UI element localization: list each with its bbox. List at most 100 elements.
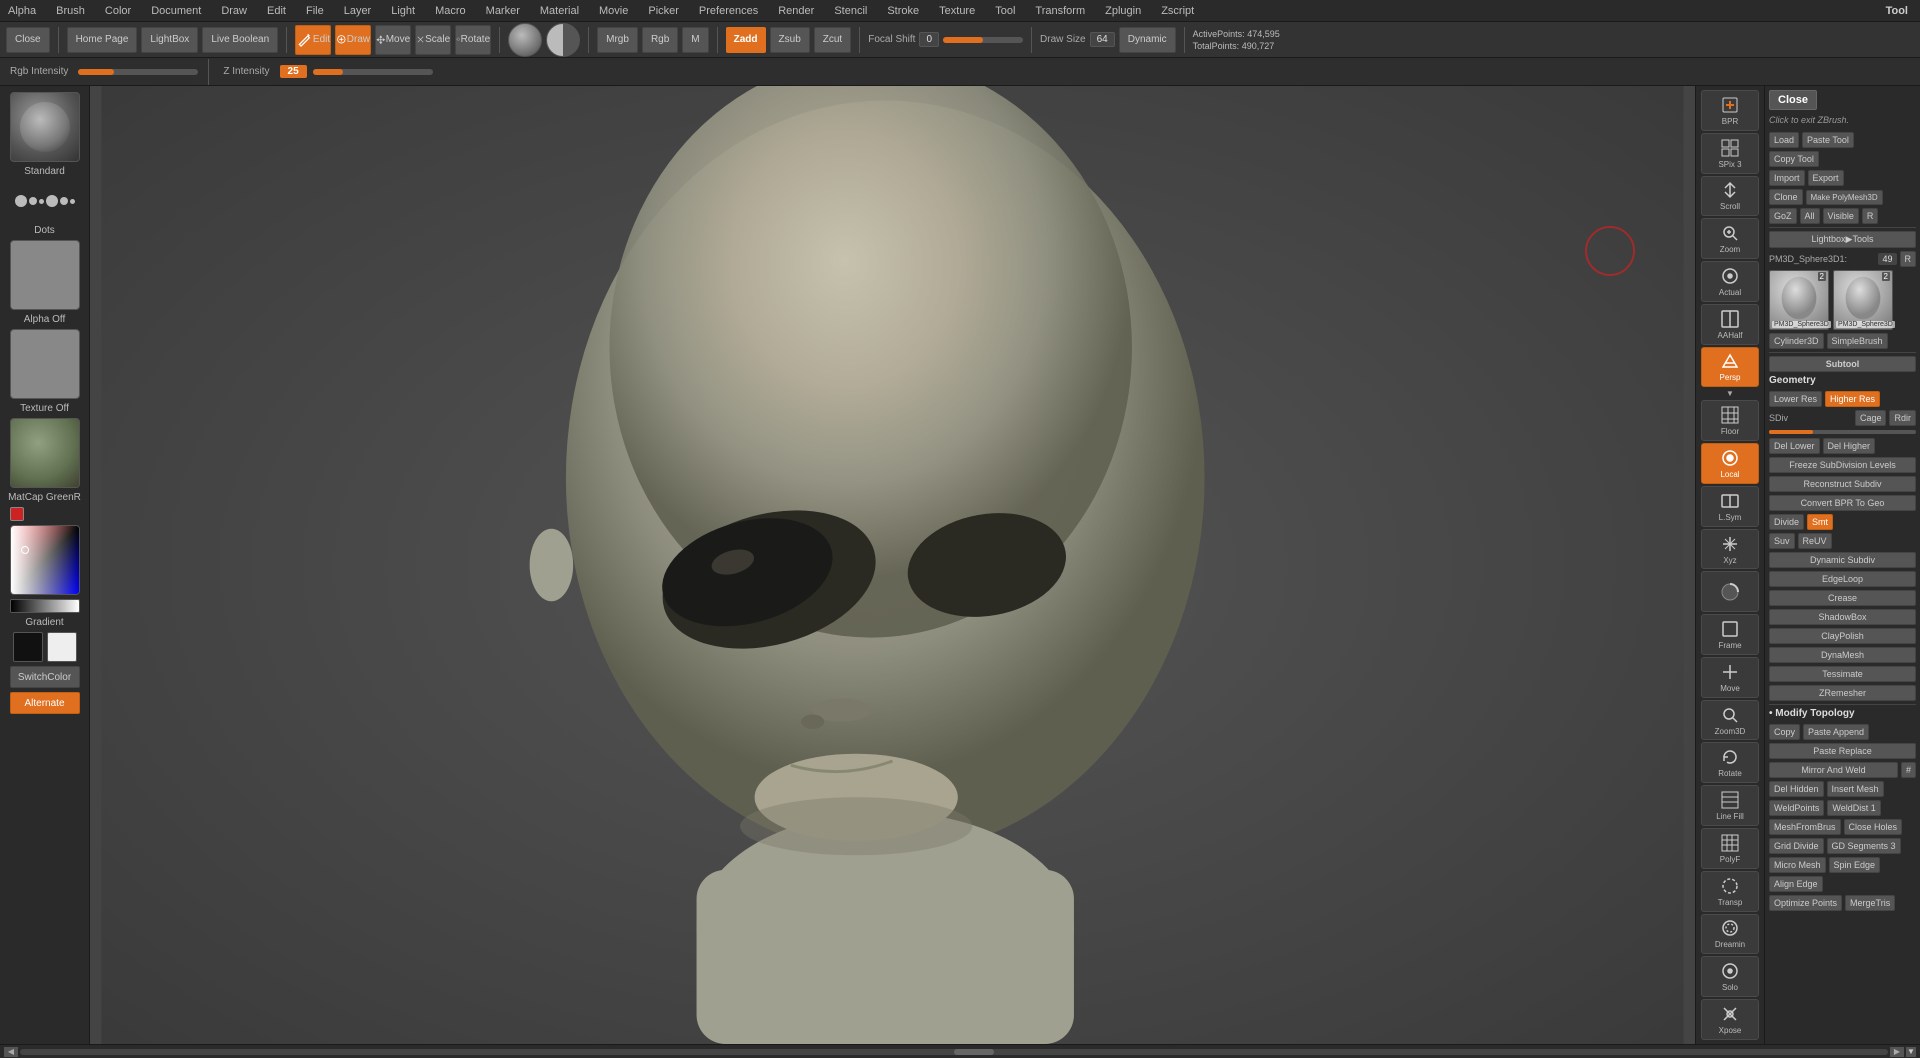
menu-item-render[interactable]: Render (774, 3, 818, 19)
cylinder-button[interactable]: Cylinder3D (1769, 333, 1824, 349)
gd-segments-button[interactable]: GD Segments 3 (1827, 838, 1901, 854)
load-button[interactable]: Load (1769, 132, 1799, 148)
home-page-button[interactable]: Home Page (67, 27, 138, 53)
shadowbox-button[interactable]: ShadowBox (1769, 609, 1916, 625)
edit-tool[interactable]: Edit (295, 25, 331, 55)
move3d-button[interactable]: Move (1701, 657, 1759, 698)
menu-item-texture[interactable]: Texture (935, 3, 979, 19)
dreamin-button[interactable]: Dreamin (1701, 914, 1759, 955)
zremesher-button[interactable]: ZRemesher (1769, 685, 1916, 701)
alternate-button[interactable]: Alternate (10, 692, 80, 714)
import-button[interactable]: Import (1769, 170, 1805, 186)
menu-item-color[interactable]: Color (101, 3, 135, 19)
rgb-intensity-slider[interactable] (78, 69, 198, 75)
crease-button[interactable]: Crease (1769, 590, 1916, 606)
aahalf-button[interactable]: AAHalf (1701, 304, 1759, 345)
actual-button[interactable]: Actual (1701, 261, 1759, 302)
color-picker[interactable] (10, 525, 80, 595)
zcut-button[interactable]: Zcut (814, 27, 851, 53)
tessimate-button[interactable]: Tessimate (1769, 666, 1916, 682)
copy-button[interactable]: Copy (1769, 724, 1800, 740)
polyf-button[interactable]: PolyF (1701, 828, 1759, 869)
scroll-track[interactable] (20, 1049, 1888, 1055)
m-button[interactable]: M (682, 27, 708, 53)
micro-mesh-button[interactable]: Micro Mesh (1769, 857, 1826, 873)
focal-shift-slider[interactable] (943, 37, 1023, 43)
weld-dist-button[interactable]: WeldDist 1 (1827, 800, 1880, 816)
draw-tool[interactable]: Draw (335, 25, 371, 55)
menu-item-file[interactable]: File (302, 3, 328, 19)
menu-item-zplugin[interactable]: Zplugin (1101, 3, 1145, 19)
sdiv-slider[interactable] (1769, 430, 1916, 434)
brush-half-icon[interactable] (546, 23, 580, 57)
dynamic-button[interactable]: Dynamic (1119, 27, 1176, 53)
mirror-weld-button[interactable]: Mirror And Weld (1769, 762, 1898, 778)
insert-mesh-button[interactable]: Insert Mesh (1827, 781, 1884, 797)
z-intensity-slider[interactable] (313, 69, 433, 75)
scroll-down-indicator[interactable]: ▼ (1906, 1047, 1916, 1057)
spix-button[interactable]: SPix 3 (1701, 133, 1759, 174)
hash-button[interactable]: # (1901, 762, 1916, 778)
spin-edge-button[interactable]: Spin Edge (1829, 857, 1881, 873)
brush-sphere-icon[interactable] (508, 23, 542, 57)
linefill-button[interactable]: Line Fill (1701, 785, 1759, 826)
export-button[interactable]: Export (1808, 170, 1844, 186)
menu-item-marker[interactable]: Marker (482, 3, 524, 19)
grid-divide-button[interactable]: Grid Divide (1769, 838, 1824, 854)
menu-item-brush[interactable]: Brush (52, 3, 89, 19)
transp-button[interactable]: Transp (1701, 871, 1759, 912)
scroll-button[interactable]: Scroll (1701, 176, 1759, 217)
zadd-button[interactable]: Zadd (726, 27, 766, 53)
xpose-button[interactable]: Xpose (1701, 999, 1759, 1040)
weld-points-button[interactable]: WeldPoints (1769, 800, 1824, 816)
divide-button[interactable]: Divide (1769, 514, 1804, 530)
cage-button[interactable]: Cage (1855, 410, 1887, 426)
clone-button[interactable]: Clone (1769, 189, 1803, 205)
local-button[interactable]: Local (1701, 443, 1759, 484)
claypolish-button[interactable]: ClayPolish (1769, 628, 1916, 644)
visible-button[interactable]: Visible (1823, 208, 1859, 224)
dynamesh-button[interactable]: DynaMesh (1769, 647, 1916, 663)
copy-tool-button[interactable]: Copy Tool (1769, 151, 1819, 167)
menu-item-tool[interactable]: Tool (991, 3, 1019, 19)
mrgb-button[interactable]: Mrgb (597, 27, 638, 53)
goz-button[interactable]: GoZ (1769, 208, 1797, 224)
menu-item-movie[interactable]: Movie (595, 3, 632, 19)
higher-res-button[interactable]: Higher Res (1825, 391, 1880, 407)
model-thumb-1[interactable]: PM3D_Sphere3D 2 (1769, 270, 1829, 330)
menu-item-preferences[interactable]: Preferences (695, 3, 762, 19)
lsym-button[interactable]: L.Sym (1701, 486, 1759, 527)
viewport-canvas[interactable] (90, 86, 1695, 1044)
lower-res-button[interactable]: Lower Res (1769, 391, 1822, 407)
freeze-subdiv-button[interactable]: Freeze SubDivision Levels (1769, 457, 1916, 473)
menu-item-transform[interactable]: Transform (1031, 3, 1089, 19)
gradient-bar[interactable] (10, 599, 80, 613)
lightbox-tools-button[interactable]: Lightbox▶Tools (1769, 231, 1916, 248)
close-holes-button[interactable]: Close Holes (1844, 819, 1903, 835)
menu-item-document[interactable]: Document (147, 3, 205, 19)
move-tool[interactable]: Move (375, 25, 411, 55)
menu-item-material[interactable]: Material (536, 3, 583, 19)
zoom-button[interactable]: Zoom (1701, 218, 1759, 259)
menu-item-draw[interactable]: Draw (217, 3, 251, 19)
bpr-button[interactable]: BPR (1701, 90, 1759, 131)
edgeloop-button[interactable]: EdgeLoop (1769, 571, 1916, 587)
switch-color-button[interactable]: SwitchColor (10, 666, 80, 688)
suv-button[interactable]: Suv (1769, 533, 1795, 549)
r-button[interactable]: R (1862, 208, 1879, 224)
swatch-black[interactable] (13, 632, 43, 662)
scroll-right[interactable]: ▶ (1890, 1047, 1904, 1057)
close-panel-button[interactable]: Close (1769, 90, 1817, 110)
menu-item-stroke[interactable]: Stroke (883, 3, 923, 19)
merge-tris-button[interactable]: MergeTris (1845, 895, 1895, 911)
menu-item-light[interactable]: Light (387, 3, 419, 19)
menu-item-macro[interactable]: Macro (431, 3, 470, 19)
reuv-button[interactable]: ReUV (1798, 533, 1832, 549)
subtool-button[interactable]: Subtool (1769, 356, 1916, 372)
swatch-white[interactable] (47, 632, 77, 662)
activate-button[interactable] (1701, 571, 1759, 612)
del-higher-button[interactable]: Del Higher (1823, 438, 1876, 454)
lightbox-button[interactable]: LightBox (141, 27, 198, 53)
scroll-left[interactable]: ◀ (4, 1047, 18, 1057)
texture-preview[interactable] (10, 329, 80, 399)
